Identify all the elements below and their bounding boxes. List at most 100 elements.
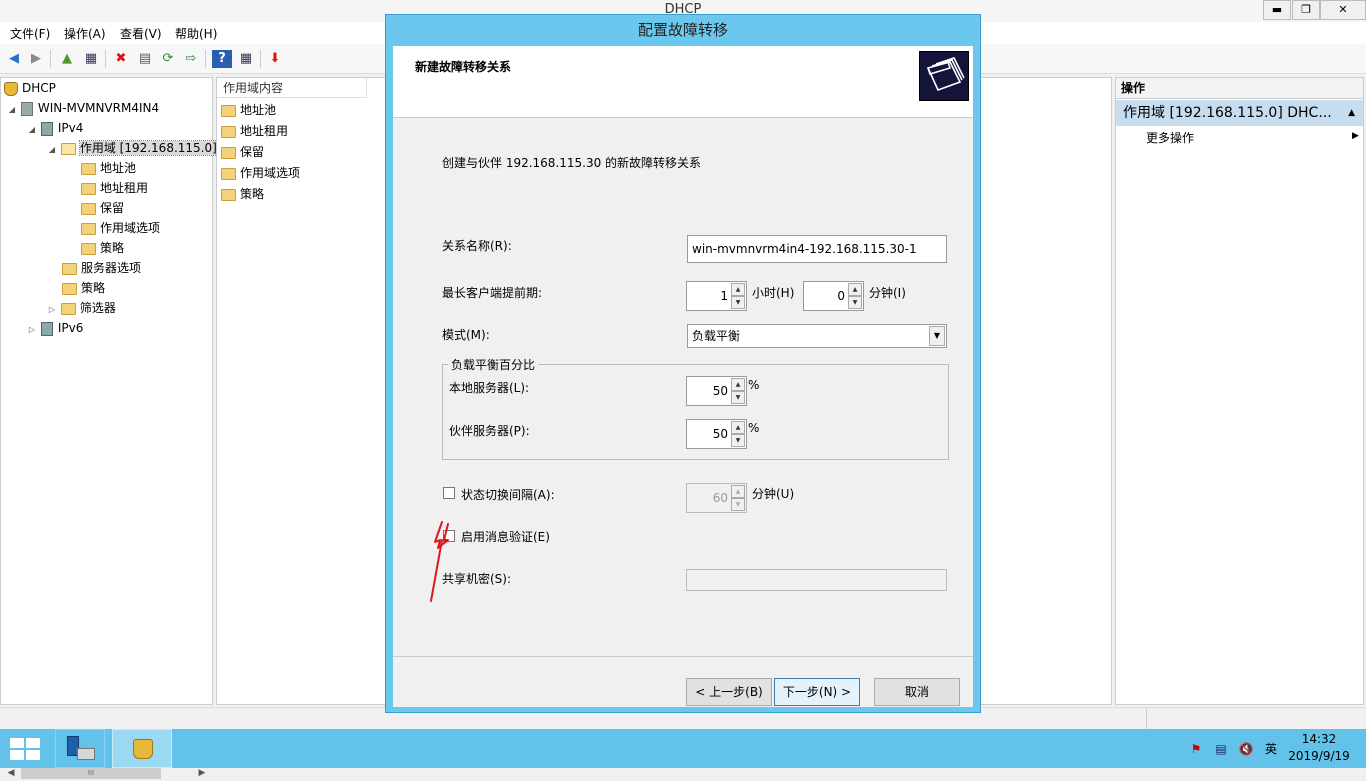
tree-item-address-leases[interactable]: 地址租用 [81, 178, 148, 198]
mode-label: 模式(M): [442, 328, 490, 342]
state-switchover-checkbox[interactable] [443, 487, 455, 499]
network-icon[interactable]: ▤ [1213, 741, 1229, 757]
spin-down-icon[interactable]: ▼ [731, 498, 745, 511]
spin-up-icon[interactable]: ▲ [848, 283, 862, 296]
network-flag-icon[interactable]: ⚑ [1188, 741, 1204, 757]
tree-item-dhcp[interactable]: DHCP [4, 78, 56, 98]
mclt-minutes-spinner[interactable]: 0 ▲ ▼ [803, 281, 864, 311]
stop-service-icon[interactable]: ⬇ [265, 50, 285, 68]
taskbar-server-manager[interactable] [55, 729, 105, 768]
actions-header: 操作 [1116, 78, 1363, 99]
more-actions[interactable]: 更多操作 [1146, 130, 1194, 146]
list-item[interactable]: 地址池 [221, 100, 276, 121]
dropdown-arrow-icon[interactable]: ▼ [929, 326, 945, 346]
collapse-up-icon[interactable]: ▲ [1348, 100, 1355, 126]
toolbar-separator [105, 50, 106, 68]
mclt-minutes-value: 0 [837, 289, 845, 303]
wizard-header-title: 新建故障转移关系 [415, 60, 512, 74]
taskbar-dhcp[interactable] [112, 729, 172, 768]
close-icon: ✕ [1338, 3, 1348, 16]
ime-indicator[interactable]: 英 [1263, 741, 1279, 757]
tree-pane: DHCP ◢ WIN-MVMNVRM4IN4 ◢ IPv4 ◢ 作用域 [192… [0, 77, 218, 781]
spin-up-icon[interactable]: ▲ [731, 485, 745, 498]
start-button[interactable] [8, 737, 40, 761]
show-hide-tree-icon[interactable]: ▦ [81, 50, 101, 68]
dialog-title: 配置故障转移 [637, 21, 728, 39]
tree-item-policies[interactable]: 策略 [62, 278, 105, 298]
wizard-header: 新建故障转移关系 [393, 46, 973, 118]
up-folder-icon[interactable]: ▲ [57, 50, 77, 68]
state-switchover-spinner[interactable]: 60 ▲ ▼ [686, 483, 747, 513]
back-button[interactable]: < 上一步(B) [686, 678, 772, 706]
scroll-grip: III [87, 769, 95, 777]
ipv4-icon [40, 121, 53, 136]
forward-icon[interactable]: ▶ [26, 50, 46, 68]
back-icon[interactable]: ◀ [4, 50, 24, 68]
spin-down-icon[interactable]: ▼ [848, 296, 862, 309]
close-button[interactable]: ✕ [1320, 0, 1366, 20]
maximize-button[interactable]: ❐ [1292, 0, 1320, 20]
collapse-arrow-icon[interactable]: ◢ [47, 140, 57, 160]
state-switchover-label: 状态切换间隔(A): [461, 488, 555, 502]
mode-select[interactable]: 负载平衡 ▼ [687, 324, 947, 348]
local-server-spinner[interactable]: 50 ▲ ▼ [686, 376, 747, 406]
actions-scope-section[interactable]: 作用域 [192.168.115.0] DHC... ▲ [1116, 100, 1363, 126]
mclt-hours-spinner[interactable]: 1 ▲ ▼ [686, 281, 747, 311]
help-icon[interactable]: ? [212, 50, 232, 68]
list-item[interactable]: 保留 [221, 142, 264, 163]
tree-item-scope-policies[interactable]: 策略 [81, 238, 124, 258]
export-icon[interactable]: ⇨ [181, 50, 201, 68]
toolbar-separator [50, 50, 51, 68]
spin-up-icon[interactable]: ▲ [731, 421, 745, 434]
tree-item-ipv4[interactable]: ◢ IPv4 [27, 118, 83, 138]
collapse-arrow-icon[interactable]: ◢ [27, 120, 37, 140]
scroll-thumb[interactable]: III [21, 767, 161, 779]
tree-item-scope[interactable]: ◢ 作用域 [192.168.115.0] [47, 138, 218, 160]
expand-arrow-icon[interactable]: ▷ [47, 300, 57, 320]
toolbar-separator [205, 50, 206, 68]
properties-icon[interactable]: ▤ [135, 50, 155, 68]
spin-down-icon[interactable]: ▼ [731, 434, 745, 447]
spin-up-icon[interactable]: ▲ [731, 378, 745, 391]
list-item[interactable]: 策略 [221, 184, 264, 205]
menu-view[interactable]: 查看(V) [120, 25, 162, 42]
relationship-name-input[interactable]: win-mvmnvrm4in4-192.168.115.30-1 [687, 235, 947, 263]
expand-arrow-icon[interactable]: ▷ [27, 320, 37, 340]
submenu-arrow-icon: ▶ [1352, 131, 1359, 141]
clock-time: 14:32 [1301, 732, 1337, 746]
dialog-divider [393, 656, 973, 657]
tree-item-address-pool[interactable]: 地址池 [81, 158, 136, 178]
spin-down-icon[interactable]: ▼ [731, 391, 745, 404]
list-item[interactable]: 地址租用 [221, 121, 288, 142]
show-action-pane-icon[interactable]: ▦ [236, 50, 256, 68]
minimize-button[interactable]: ▬ [1263, 0, 1291, 20]
tree-item-server-options[interactable]: 服务器选项 [62, 258, 141, 278]
column-header[interactable]: 作用域内容 [217, 78, 367, 98]
speaker-muted-icon[interactable]: 🔇 [1238, 741, 1254, 757]
partner-server-spinner[interactable]: 50 ▲ ▼ [686, 419, 747, 449]
relationship-name-label: 关系名称(R): [442, 239, 512, 253]
system-clock[interactable]: 14:32 2019/9/19 [1284, 731, 1354, 765]
local-server-label: 本地服务器(L): [449, 381, 530, 395]
tree-item-server[interactable]: ◢ WIN-MVMNVRM4IN4 [7, 98, 159, 118]
spin-up-icon[interactable]: ▲ [731, 283, 745, 296]
tree-item-reservations[interactable]: 保留 [81, 198, 124, 218]
tree-item-scope-options[interactable]: 作用域选项 [81, 218, 160, 238]
percent-label: % [748, 378, 760, 392]
next-button[interactable]: 下一步(N) > [774, 678, 860, 706]
menu-help[interactable]: 帮助(H) [175, 25, 217, 42]
shared-secret-input[interactable] [686, 569, 947, 591]
cancel-button[interactable]: 取消 [874, 678, 960, 706]
collapse-arrow-icon[interactable]: ◢ [7, 100, 17, 120]
refresh-icon[interactable]: ⟳ [158, 50, 178, 68]
dhcp-trophy-icon [133, 739, 153, 759]
tree-item-ipv6[interactable]: ▷ IPv6 [27, 318, 83, 338]
menu-file[interactable]: 文件(F) [10, 25, 50, 42]
menu-action[interactable]: 操作(A) [64, 25, 106, 42]
spin-down-icon[interactable]: ▼ [731, 296, 745, 309]
list-item[interactable]: 作用域选项 [221, 163, 300, 184]
actions-pane: 操作 作用域 [192.168.115.0] DHC... ▲ 更多操作 ▶ [1115, 77, 1364, 705]
policies-icon [81, 242, 96, 255]
tree-item-filters[interactable]: ▷ 筛选器 [47, 298, 116, 318]
delete-icon[interactable]: ✖ [111, 50, 131, 68]
